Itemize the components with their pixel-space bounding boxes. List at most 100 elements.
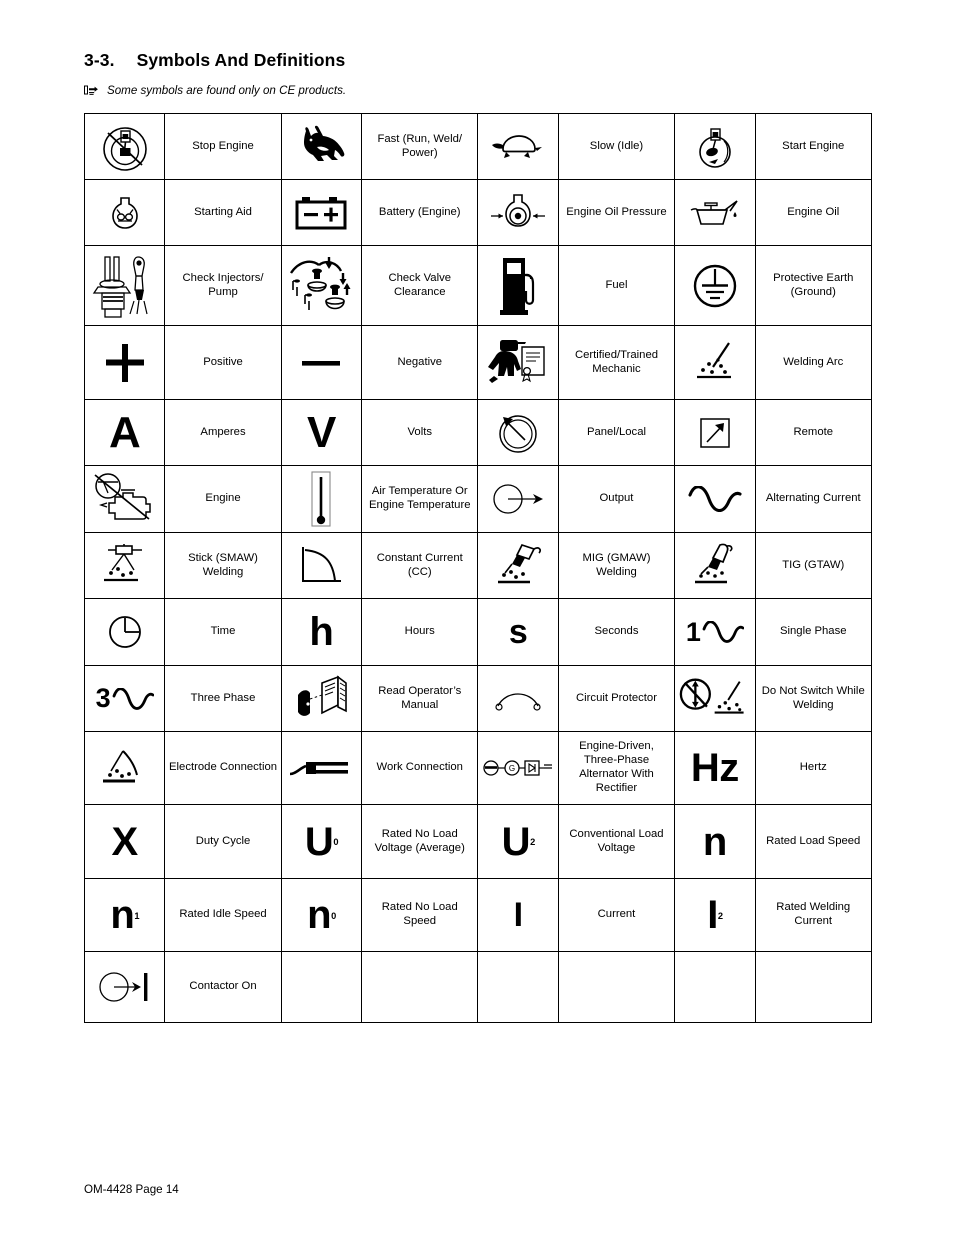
electrode-connection-icon <box>88 734 161 802</box>
table-row: Starting Aid Battery (Engine) Engine Oil… <box>83 179 872 246</box>
symbol-label: Panel/Local <box>557 399 676 466</box>
symbol-label: Air Temperature Or Engine Temperature <box>361 465 479 533</box>
letter-x-icon: X <box>111 819 139 864</box>
symbol-cell-empty <box>280 951 363 1023</box>
symbol-label: Rated Load Speed <box>754 804 872 879</box>
page-title: 3-3. Symbols And Definitions <box>84 50 345 71</box>
symbol-label: Contactor On <box>164 951 282 1023</box>
subscript-0: 0 <box>333 837 338 848</box>
u-sub-two-icon: U2 <box>481 807 554 876</box>
symbol-label: Remote <box>754 399 872 466</box>
document-page: 3-3. Symbols And Definitions Some symbol… <box>0 0 954 1235</box>
check-valve-clearance-icon <box>285 248 358 323</box>
symbol-label: Do Not Switch While Welding <box>754 665 872 732</box>
subscript-2: 2 <box>717 910 723 921</box>
letter-h-icon: h <box>309 610 334 654</box>
n-base: n <box>307 893 332 937</box>
symbol-label: Stick (SMAW) Welding <box>164 532 282 599</box>
tig-gtaw-welding-icon <box>678 535 751 596</box>
symbol-label: Alternating Current <box>754 465 872 533</box>
i-sub-two-icon: I2 <box>678 881 751 949</box>
symbol-label: TIG (GTAW) <box>754 532 872 599</box>
panel-local-dial-icon <box>481 402 554 463</box>
subscript-2: 2 <box>530 837 535 848</box>
table-row: A Amperes V Volts Panel/Local Remote <box>83 399 872 466</box>
table-row: X Duty Cycle U0 Rated No Load Voltage (A… <box>83 804 872 879</box>
symbol-label: Fast (Run, Weld/ Power) <box>361 113 479 180</box>
symbol-cell <box>280 465 363 533</box>
symbol-cell <box>674 465 756 533</box>
symbol-label: Rated Welding Current <box>754 878 872 952</box>
symbol-cell <box>280 113 363 180</box>
plus-sign-icon <box>88 328 161 397</box>
symbol-cell <box>674 179 756 246</box>
symbol-cell: U0 <box>280 804 363 879</box>
symbol-label: Positive <box>164 325 282 400</box>
rabbit-fast-icon <box>285 116 358 177</box>
symbols-table: Stop Engine Fast (Run, Weld/ Power) Slow… <box>83 113 872 1023</box>
subscript-0: 0 <box>331 910 336 921</box>
table-row: n1 Rated Idle Speed n0 Rated No Load Spe… <box>83 878 872 952</box>
symbol-label: Starting Aid <box>164 179 282 246</box>
symbol-label: Certified/Trained Mechanic <box>557 325 676 400</box>
certified-mechanic-icon <box>481 328 554 397</box>
symbol-cell <box>83 245 166 326</box>
symbol-cell <box>280 245 363 326</box>
table-row: 3 Three Phase Read Operator’s Manual Cir… <box>83 665 872 732</box>
fuel-pump-icon <box>481 248 554 323</box>
single-phase-icon: 1 <box>678 616 751 647</box>
u-sub-zero-icon: U0 <box>285 807 358 876</box>
symbol-label: Time <box>164 598 282 666</box>
symbol-cell: X <box>83 804 166 879</box>
symbol-cell: I <box>477 878 559 952</box>
stop-engine-icon <box>88 116 161 177</box>
constant-current-icon <box>285 535 358 596</box>
symbol-cell <box>83 179 166 246</box>
symbol-cell: s <box>477 598 559 666</box>
symbol-label: Rated Idle Speed <box>164 878 282 952</box>
symbol-label: Start Engine <box>754 113 872 180</box>
circuit-protector-icon <box>481 668 554 729</box>
symbol-label: Three Phase <box>164 665 282 732</box>
pointing-hand-icon <box>84 84 102 97</box>
symbol-cell-empty <box>477 951 559 1023</box>
symbol-cell: n1 <box>83 878 166 952</box>
output-icon <box>481 468 554 530</box>
turtle-slow-icon <box>481 116 554 177</box>
note-text: Some symbols are found only on CE produc… <box>107 84 347 97</box>
symbol-label: Engine <box>164 465 282 533</box>
read-operators-manual-icon <box>285 668 358 729</box>
symbol-label: MIG (GMAW) Welding <box>557 532 676 599</box>
svg-text:G: G <box>509 764 515 773</box>
symbol-label: Read Operator’s Manual <box>361 665 479 732</box>
symbol-label: Fuel <box>557 245 676 326</box>
symbol-cell <box>674 532 756 599</box>
phase-number: 3 <box>95 683 111 713</box>
engine-driven-alternator-rectifier-icon: G <box>481 734 554 802</box>
stick-smaw-welding-icon <box>88 535 161 596</box>
symbol-cell <box>477 399 559 466</box>
symbol-cell <box>83 598 166 666</box>
symbol-cell: 3 <box>83 665 166 732</box>
symbol-label: Volts <box>361 399 479 466</box>
symbol-cell <box>83 731 166 805</box>
table-row: Stick (SMAW) Welding Constant Current (C… <box>83 532 872 599</box>
symbol-label: Single Phase <box>754 598 872 666</box>
work-connection-icon <box>285 734 358 802</box>
symbol-label: Circuit Protector <box>557 665 676 732</box>
n-base: n <box>110 893 135 937</box>
symbol-cell <box>280 731 363 805</box>
engine-oil-pressure-icon <box>481 182 554 243</box>
symbol-label: Check Injectors/ Pump <box>164 245 282 326</box>
symbol-label: Engine-Driven, Three-Phase Alternator Wi… <box>557 731 676 805</box>
symbol-cell-empty <box>674 951 756 1023</box>
phase-number: 1 <box>685 616 701 647</box>
symbol-label-empty <box>361 951 479 1023</box>
three-phase-icon: 3 <box>88 685 161 712</box>
battery-icon <box>285 182 358 243</box>
symbol-cell <box>674 665 756 732</box>
symbol-label: Protective Earth (Ground) <box>754 245 872 326</box>
engine-oil-can-icon <box>678 182 751 243</box>
section-title: Symbols And Definitions <box>136 50 346 70</box>
table-row: Electrode Connection Work Connection G E… <box>83 731 872 805</box>
